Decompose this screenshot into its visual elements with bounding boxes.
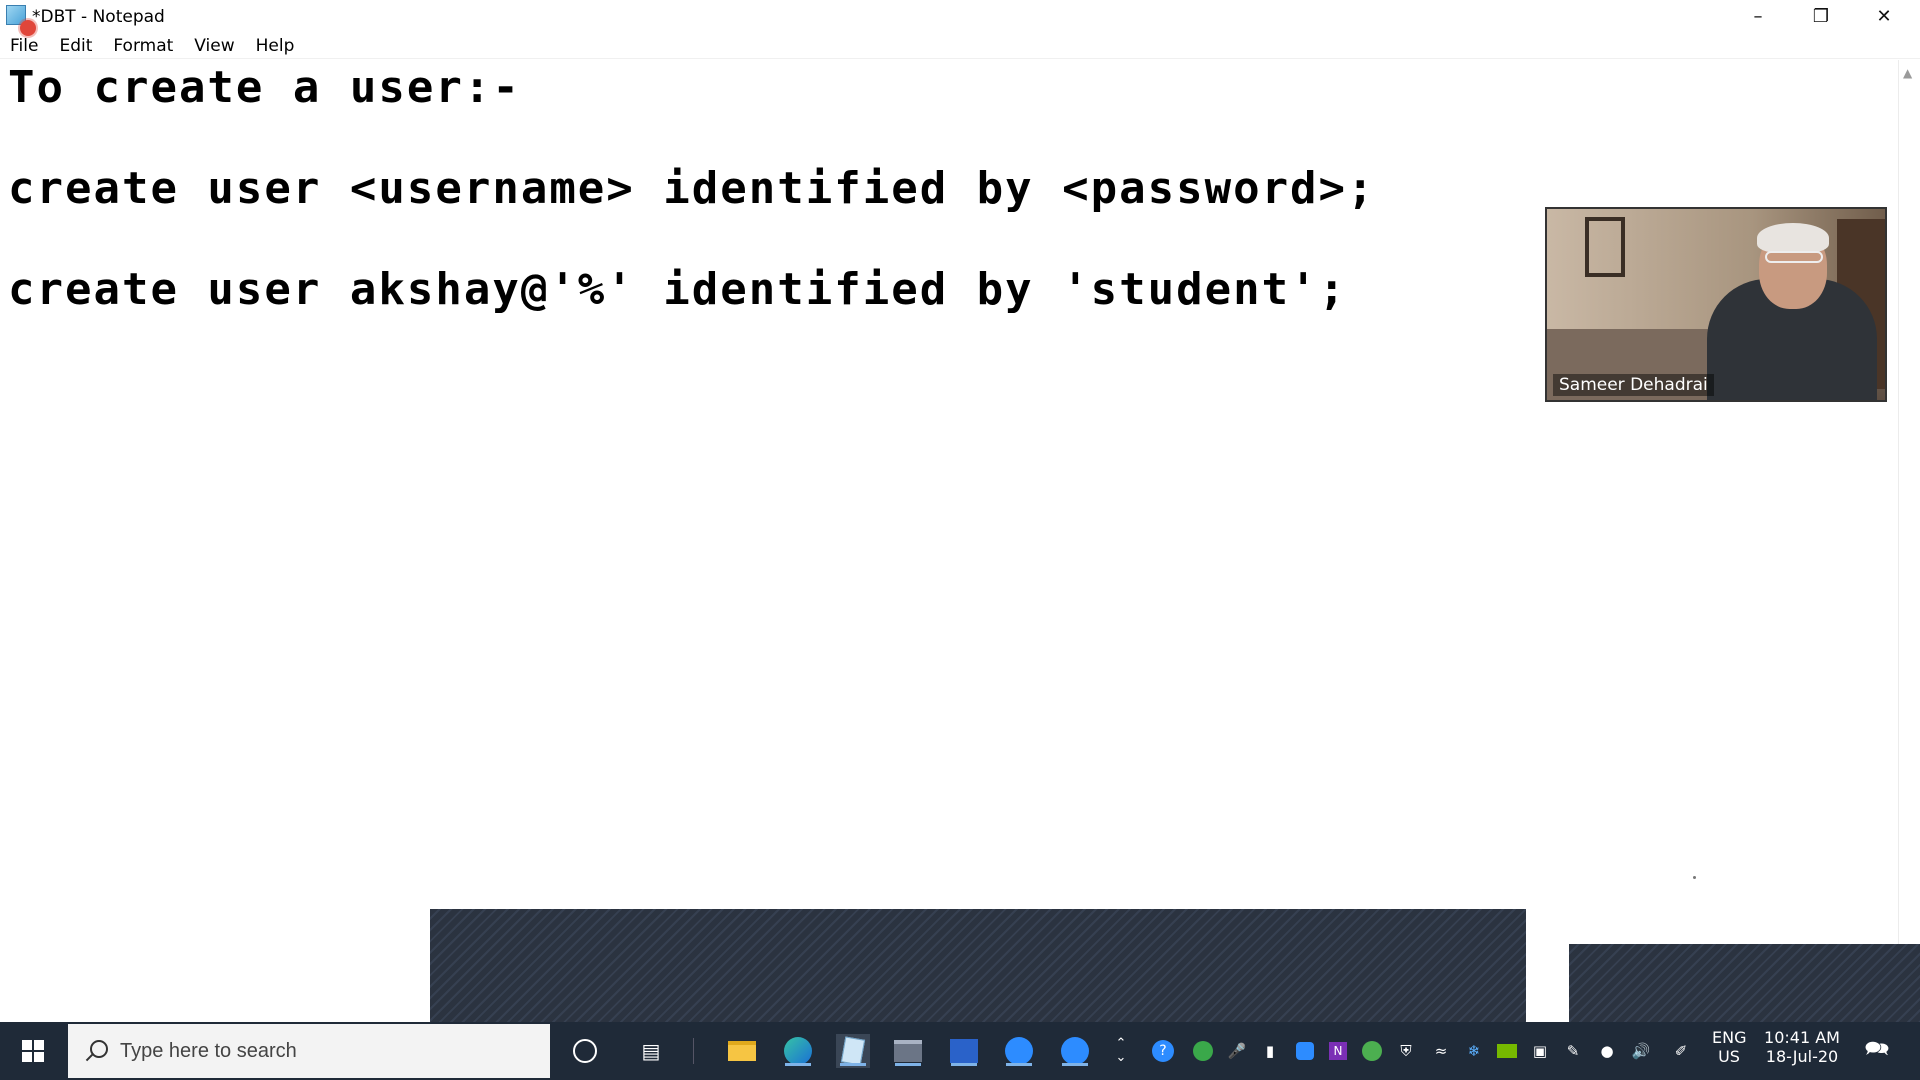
pen-workspace-icon[interactable]: ✐ xyxy=(1670,1040,1692,1062)
file-explorer-icon[interactable] xyxy=(725,1034,759,1068)
clock-date: 18-Jul-20 xyxy=(1765,1047,1839,1066)
screen-share-overlay-panel xyxy=(1569,944,1920,1022)
running-indicator xyxy=(951,1063,977,1066)
minimize-button[interactable]: – xyxy=(1727,0,1789,32)
nvidia-icon[interactable] xyxy=(1496,1040,1518,1062)
security-shield-icon[interactable]: ⛨ xyxy=(1395,1040,1417,1062)
onenote-icon[interactable]: N xyxy=(1327,1040,1349,1062)
screen-share-overlay-panel xyxy=(430,909,1526,1022)
pen-app-icon[interactable]: ✎ xyxy=(1562,1040,1584,1062)
zoom-meeting-icon[interactable] xyxy=(1058,1034,1092,1068)
chevron-up-icon[interactable]: ⌃ xyxy=(1116,1037,1127,1051)
cursor-dot xyxy=(1693,876,1696,879)
taskbar: Type here to search ▤ ⌃ ⌄ ? 🎤 ▮ N ⛨ ≈ ❄ … xyxy=(0,1022,1920,1080)
editor-line: create user <username> identified by <pa… xyxy=(8,163,1376,214)
edge-browser-icon[interactable] xyxy=(781,1034,815,1068)
editor-line: create user akshay@'%' identified by 'st… xyxy=(8,264,1348,315)
zoom-app-icon[interactable] xyxy=(1002,1034,1036,1068)
language-code: ENG xyxy=(1712,1028,1747,1047)
windows-logo-icon xyxy=(22,1040,44,1062)
microphone-icon[interactable]: 🎤 xyxy=(1226,1040,1248,1062)
region-code: US xyxy=(1718,1047,1740,1066)
restore-icon: ❐ xyxy=(1812,5,1830,27)
snowflake-icon[interactable]: ❄ xyxy=(1463,1040,1485,1062)
menu-view[interactable]: View xyxy=(194,36,234,56)
participant-name-label: Sameer Dehadrai xyxy=(1553,374,1714,396)
menu-format[interactable]: Format xyxy=(113,36,173,56)
update-icon[interactable] xyxy=(1361,1040,1383,1062)
notifications-icon[interactable]: 🗪 xyxy=(1864,1036,1890,1064)
chevron-down-icon[interactable]: ⌄ xyxy=(1116,1051,1127,1065)
clock-time: 10:41 AM xyxy=(1764,1028,1840,1047)
vertical-scrollbar[interactable]: ▲ xyxy=(1898,60,1920,1022)
menu-file[interactable]: File xyxy=(10,36,38,56)
close-button[interactable]: ✕ xyxy=(1853,0,1915,32)
storage-icon[interactable]: ▣ xyxy=(1529,1040,1551,1062)
close-icon: ✕ xyxy=(1876,5,1892,27)
minimize-icon: – xyxy=(1753,5,1763,27)
notepad-taskbar-icon[interactable] xyxy=(836,1034,870,1068)
scroll-taskbar-arrows-icon[interactable]: ⌃ ⌄ xyxy=(1104,1034,1138,1068)
whiteboard-app-icon[interactable] xyxy=(947,1034,981,1068)
battery-icon[interactable]: ▮ xyxy=(1259,1040,1281,1062)
start-button[interactable] xyxy=(0,1022,66,1080)
text-editor-area[interactable]: To create a user:- create user <username… xyxy=(0,60,1898,1022)
menu-edit[interactable]: Edit xyxy=(59,36,92,56)
sql-app-icon[interactable] xyxy=(891,1034,925,1068)
scroll-up-icon[interactable]: ▲ xyxy=(1903,66,1912,80)
zoom-tray-icon[interactable] xyxy=(1294,1040,1316,1062)
search-icon xyxy=(82,1038,108,1064)
wifi-icon[interactable]: ≈ xyxy=(1430,1040,1452,1062)
volume-icon[interactable]: 🔊 xyxy=(1630,1040,1652,1062)
video-person-glasses xyxy=(1765,251,1823,263)
bluetooth-icon[interactable]: ● xyxy=(1596,1040,1618,1062)
running-indicator xyxy=(1062,1063,1088,1066)
participant-video-tile[interactable]: Sameer Dehadrai xyxy=(1545,207,1887,402)
cortana-icon[interactable] xyxy=(568,1034,602,1068)
clock[interactable]: 10:41 AM 18-Jul-20 xyxy=(1760,1028,1844,1066)
video-person-hair xyxy=(1757,223,1829,253)
input-language[interactable]: ENG US xyxy=(1712,1028,1746,1066)
title-bar: *DBT - Notepad – ❐ ✕ xyxy=(0,0,1920,36)
running-indicator xyxy=(1006,1063,1032,1066)
editor-line: To create a user:- xyxy=(8,62,521,113)
restore-button[interactable]: ❐ xyxy=(1790,0,1852,32)
check-shield-icon[interactable] xyxy=(1192,1040,1214,1062)
running-indicator xyxy=(840,1063,866,1066)
running-indicator xyxy=(785,1063,811,1066)
video-picture-frame xyxy=(1585,217,1625,277)
menu-bar: File Edit Format View Help xyxy=(0,33,1920,59)
running-indicator xyxy=(895,1063,921,1066)
task-view-icon[interactable]: ▤ xyxy=(634,1034,668,1068)
search-placeholder: Type here to search xyxy=(120,1039,297,1062)
window-title: *DBT - Notepad xyxy=(32,7,165,27)
taskbar-divider xyxy=(693,1038,694,1064)
help-icon[interactable]: ? xyxy=(1152,1040,1174,1062)
menu-help[interactable]: Help xyxy=(256,36,295,56)
taskbar-search-box[interactable]: Type here to search xyxy=(68,1024,550,1078)
